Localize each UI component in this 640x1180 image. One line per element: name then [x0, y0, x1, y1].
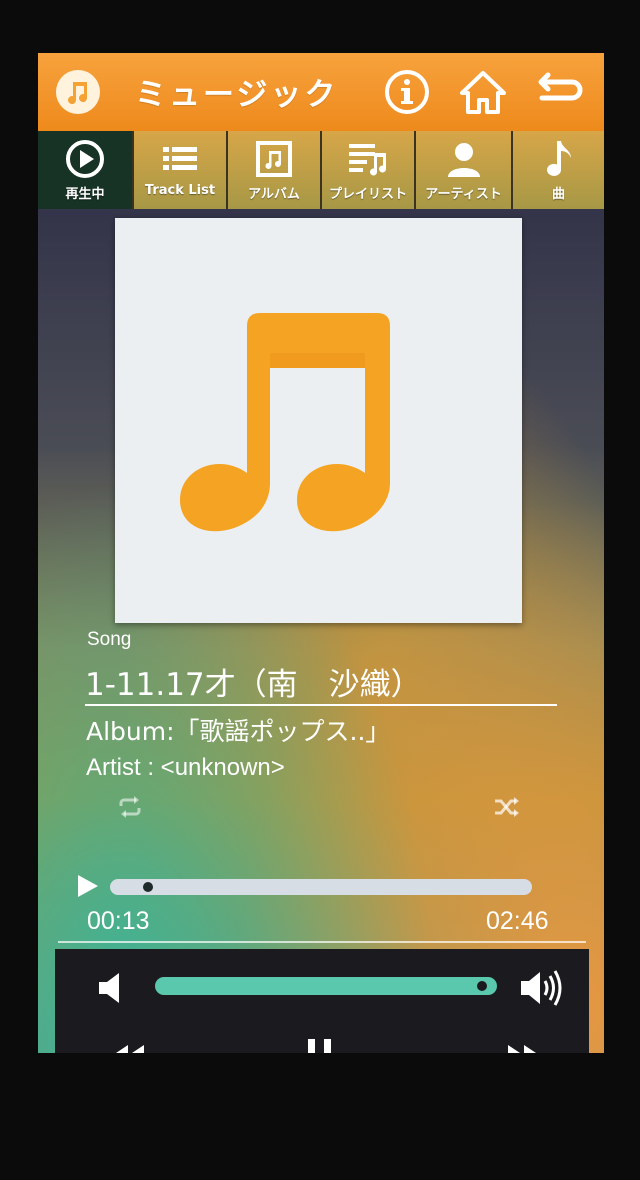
song-label: Song [87, 629, 132, 650]
tab-label: 曲 [551, 187, 565, 202]
home-icon [460, 71, 506, 114]
current-time: 00:13 [87, 907, 150, 935]
play-button[interactable] [76, 873, 100, 903]
volume-thumb[interactable] [477, 981, 488, 991]
song-title: 1-11.17才（南 沙織） [85, 667, 422, 703]
play-icon [78, 875, 98, 897]
play-circle-icon [64, 137, 106, 181]
music-note-icon [180, 313, 390, 532]
pause-button[interactable] [305, 1037, 335, 1053]
back-arrow-icon [538, 72, 583, 101]
rewind-button[interactable] [109, 1042, 149, 1053]
volume-up-button[interactable] [519, 966, 563, 1014]
music-note-icon [541, 137, 577, 181]
tab-label: アルバム [248, 187, 300, 202]
fast-forward-button[interactable] [503, 1042, 543, 1053]
music-app-icon [56, 70, 100, 114]
pause-icon [308, 1039, 331, 1053]
app-title: ミュージック [135, 77, 339, 113]
speaker-high-icon [521, 970, 562, 1006]
tab-track-list[interactable]: Track List [134, 131, 228, 209]
playback-controls [55, 949, 589, 1053]
tab-album[interactable]: アルバム [228, 131, 322, 209]
progress-thumb[interactable] [142, 882, 153, 892]
divider [58, 941, 586, 943]
title-bar: ミュージック [38, 53, 604, 131]
tab-label: アーティスト [425, 187, 502, 202]
artist-name: Artist : <unknown> [86, 754, 285, 781]
tab-artist[interactable]: アーティスト [416, 131, 513, 209]
shuffle-icon [495, 797, 519, 817]
back-button[interactable] [534, 67, 586, 117]
rewind-icon [116, 1045, 144, 1053]
total-time: 02:46 [486, 907, 549, 935]
speaker-low-icon [99, 973, 119, 1003]
now-playing-panel: Song 1-11.17才（南 沙織） Album:「歌謡ポップス..」 Art… [38, 209, 604, 1053]
info-icon [385, 70, 429, 114]
album-name: Album:「歌謡ポップス..」 [86, 717, 391, 746]
progress-slider[interactable] [110, 879, 532, 895]
divider [85, 704, 557, 706]
volume-slider[interactable] [155, 977, 497, 995]
album-icon [254, 137, 294, 181]
tab-songs[interactable]: 曲 [513, 131, 604, 209]
fast-forward-icon [508, 1045, 536, 1053]
list-icon [160, 137, 200, 181]
tab-playlist[interactable]: プレイリスト [322, 131, 416, 209]
volume-down-button[interactable] [97, 971, 127, 1009]
playlist-icon [346, 137, 390, 181]
tab-label: 再生中 [65, 187, 105, 202]
tab-now-playing[interactable]: 再生中 [38, 131, 134, 209]
tab-label: Track List [144, 183, 216, 198]
shuffle-button[interactable] [493, 795, 521, 823]
tab-label: プレイリスト [328, 187, 407, 202]
album-art [115, 218, 522, 623]
tab-bar: 再生中 Track List アルバム プレイリスト アーティスト 曲 [38, 131, 604, 209]
person-icon [444, 137, 484, 181]
info-button[interactable] [381, 67, 433, 117]
repeat-button[interactable] [116, 795, 144, 823]
repeat-icon [119, 796, 141, 818]
home-button[interactable] [457, 67, 509, 117]
device-screen: ミュージック 再生中 Track List アルバム プレイリスト アーティスト… [38, 53, 604, 1053]
